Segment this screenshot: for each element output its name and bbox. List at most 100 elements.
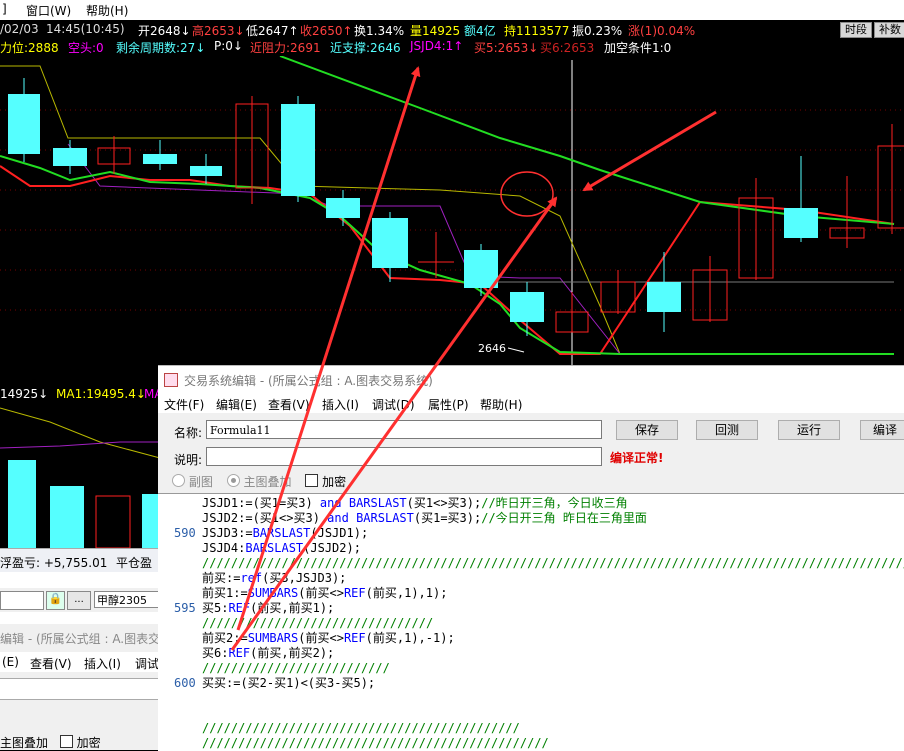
- code-line[interactable]: ////////////////////////////////////////…: [202, 721, 520, 736]
- menu-edit[interactable]: 编辑(E): [216, 396, 257, 413]
- controls-spacer: [0, 612, 160, 624]
- description-input[interactable]: [206, 447, 602, 466]
- quote-holding: 持1113577: [504, 24, 570, 38]
- quote-date: /02/03: [0, 22, 39, 36]
- contract-select[interactable]: 甲醇2305: [94, 591, 160, 608]
- ind-power: 力位:2888: [0, 41, 59, 55]
- code-line[interactable]: 前买:=ref(买3,JSJD3);: [202, 571, 346, 586]
- candle: [53, 148, 87, 166]
- line-number: 595: [174, 601, 196, 615]
- candle: [647, 282, 681, 312]
- menu-item-window[interactable]: 窗口(W): [26, 2, 71, 19]
- ind-p: P:0↓: [214, 39, 243, 53]
- volume-ma1: MA1:19495.4↓: [56, 387, 146, 401]
- volume-header: 14925↓ MA1:19495.4↓ MA: [0, 386, 160, 402]
- encrypt-label: 加密: [322, 475, 347, 489]
- code-line[interactable]: JSJD2:=(买1<>买3) and BARSLAST(买1=买3);//今日…: [202, 511, 647, 526]
- supplement-button[interactable]: 补数: [874, 22, 904, 38]
- timeframe-button[interactable]: 时段: [840, 22, 872, 38]
- quote-time: 14:45(10:45): [46, 22, 125, 36]
- dialog-titlebar[interactable]: 交易系统编辑 - (所属公式组 : A.图表交易系统): [158, 365, 904, 394]
- background-editor-title: 编辑 - (所属公式组 : A.图表交: [0, 632, 161, 646]
- quote-amount: 额4亿: [464, 24, 496, 38]
- quote-high: 高2653↓: [192, 24, 245, 38]
- ind-support: 近支撑:2646: [330, 41, 401, 55]
- code-line[interactable]: 前买2:=SUMBARS(前买<>REF(前买,1),-1);: [202, 631, 455, 646]
- menu-debug[interactable]: 调试(D): [372, 396, 415, 413]
- compile-button[interactable]: 编译: [860, 420, 904, 440]
- line-number: 600: [174, 676, 196, 690]
- line-number: 590: [174, 526, 196, 540]
- description-label: 说明:: [174, 453, 203, 467]
- order-controls: 🔒 ... 甲醇2305: [0, 588, 160, 612]
- backtest-button[interactable]: 回测: [696, 420, 758, 440]
- ind-buy5: 买5:2653↓: [474, 41, 539, 55]
- candle: [372, 218, 408, 268]
- code-line[interactable]: ////////////////////////////////////////…: [202, 736, 549, 751]
- quote-close: 收2650↑: [300, 24, 353, 38]
- quote-open: 开2648↓: [138, 24, 191, 38]
- code-line[interactable]: JSJD1:=(买1=买3) and BARSLAST(买1<>买3);//昨日…: [202, 496, 628, 511]
- menu-view[interactable]: 查看(V): [268, 396, 310, 413]
- lock-icon[interactable]: 🔒: [46, 591, 65, 610]
- more-button[interactable]: ...: [67, 591, 91, 610]
- candle: [877, 145, 904, 229]
- code-line[interactable]: JSJD3:=BARSLAST(JSJD1);: [202, 526, 368, 541]
- candlestick-chart[interactable]: 2646: [0, 56, 904, 366]
- quote-turnover: 换1.34%: [354, 24, 405, 38]
- bg-menu-view[interactable]: 查看(V): [30, 655, 72, 672]
- encrypt-checkbox[interactable]: [305, 474, 319, 487]
- compile-status: 编译正常!: [610, 451, 664, 465]
- code-line[interactable]: 买买:=(买2-买1)<(买3-买5);: [202, 676, 375, 691]
- radio-sub-chart[interactable]: [172, 474, 185, 487]
- background-editor-field[interactable]: [0, 678, 160, 700]
- menu-file[interactable]: 文件(F): [164, 396, 204, 413]
- code-line[interactable]: //////////////////////////: [202, 661, 390, 676]
- ind-resistance: 近阻力:2691: [250, 41, 321, 55]
- menu-properties[interactable]: 属性(P): [428, 396, 469, 413]
- quote-amplitude: 振0.23%: [572, 24, 623, 38]
- bg-menu-insert[interactable]: 插入(I): [84, 655, 121, 672]
- dialog-title: 交易系统编辑 - (所属公式组 : A.图表交易系统): [184, 374, 433, 388]
- green-line: [0, 155, 894, 355]
- code-line[interactable]: ////////////////////////////////////////…: [202, 556, 904, 571]
- bg-encrypt-checkbox[interactable]: [59, 735, 73, 748]
- candle: [281, 104, 315, 196]
- menu-item-fragment[interactable]: ]: [2, 2, 7, 16]
- volume-bar: [95, 495, 131, 548]
- menu-insert[interactable]: 插入(I): [322, 396, 359, 413]
- candle: [784, 208, 818, 238]
- run-button[interactable]: 运行: [778, 420, 840, 440]
- code-line[interactable]: 买6:REF(前买,前买2);: [202, 646, 334, 661]
- annotation-circle: [500, 171, 554, 217]
- pnl-spacer: [0, 572, 160, 588]
- dialog-menubar: 文件(F) 编辑(E) 查看(V) 插入(I) 调试(D) 属性(P) 帮助(H…: [158, 393, 904, 413]
- app-icon: [164, 373, 178, 387]
- code-editor[interactable]: 590 595 600 JSJD1:=(买1=买3) and BARSLAST(…: [158, 493, 904, 751]
- bg-overlay-label[interactable]: 主图叠加: [0, 736, 48, 750]
- bg-menu-edit[interactable]: (E): [2, 655, 19, 669]
- code-line[interactable]: ////////////////////////////////: [202, 616, 433, 631]
- background-editor-window: 编辑 - (所属公式组 : A.图表交 (E) 查看(V) 插入(I) 调试 主…: [0, 624, 160, 750]
- code-line[interactable]: 前买1:=SUMBARS(前买<>REF(前买,1),1);: [202, 586, 447, 601]
- code-line[interactable]: JSJD4:BARSLAST(JSJD2);: [202, 541, 361, 556]
- candle: [8, 94, 40, 154]
- quantity-input[interactable]: [0, 591, 44, 610]
- menu-help[interactable]: 帮助(H): [480, 396, 522, 413]
- volume-bar: [8, 460, 36, 548]
- closing-pnl: 平仓盈: [116, 556, 153, 570]
- bg-menu-debug[interactable]: 调试: [135, 655, 159, 672]
- volume-chart[interactable]: [0, 402, 160, 548]
- pnl-bar: 浮盈亏: +5,755.01 平仓盈: [0, 548, 160, 573]
- quote-bar: /02/03 14:45(10:45) 开2648↓ 高2653↓ 低2647↑…: [0, 20, 904, 38]
- menu-item-help[interactable]: 帮助(H): [86, 2, 128, 19]
- ind-remaining: 剩余周期数:27↓: [116, 41, 206, 55]
- save-button[interactable]: 保存: [616, 420, 678, 440]
- candle: [326, 198, 360, 218]
- radio-main-overlay[interactable]: [226, 474, 240, 487]
- trading-system-editor: 交易系统编辑 - (所属公式组 : A.图表交易系统) 文件(F) 编辑(E) …: [158, 365, 904, 751]
- code-line[interactable]: 买5:REF(前买,前买1);: [202, 601, 334, 616]
- candle: [143, 154, 177, 164]
- indicator-bar: 力位:2888 空头:0 剩余周期数:27↓ P:0↓ 近阻力:2691 近支撑…: [0, 38, 904, 56]
- name-input[interactable]: Formula11: [206, 420, 602, 439]
